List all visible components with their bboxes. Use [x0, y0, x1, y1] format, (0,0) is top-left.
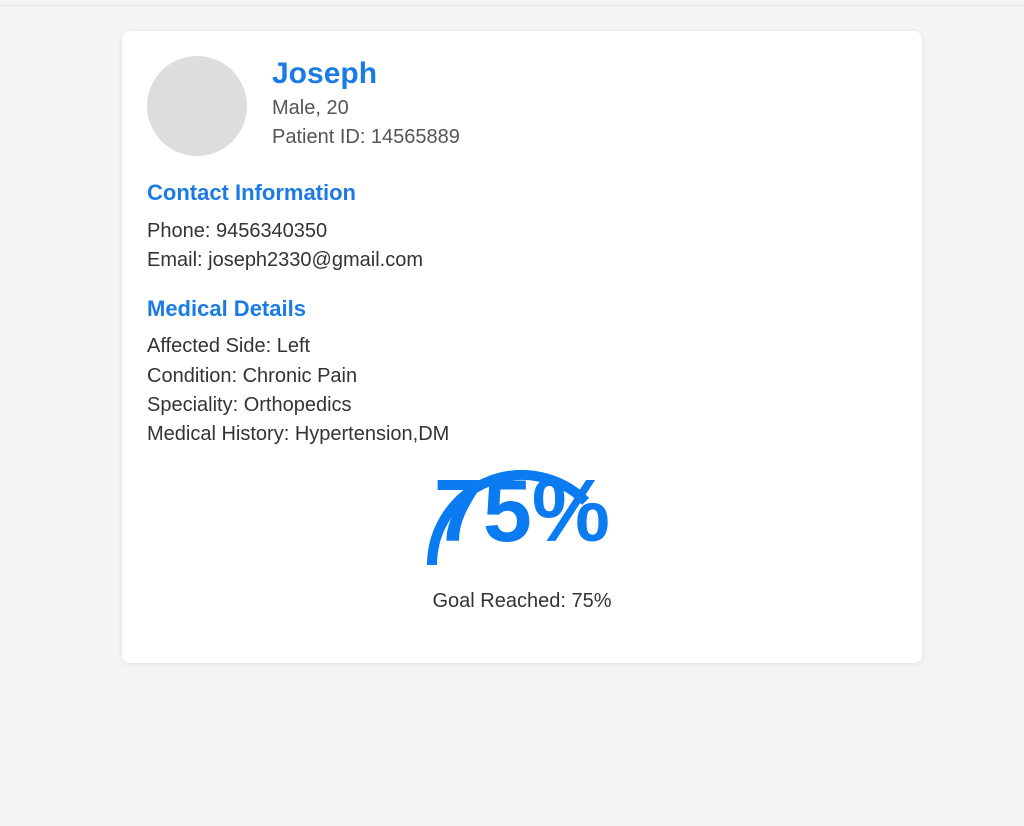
- goal-reached-text: Goal Reached: 75%: [432, 590, 612, 612]
- patient-name: Joseph: [272, 57, 378, 90]
- phone-text: Phone: 9456340350: [147, 220, 328, 242]
- email-text: Email: joseph2330@gmail.com: [147, 249, 423, 271]
- top-divider: [0, 5, 1024, 6]
- contact-section-title: Contact Information: [147, 180, 356, 205]
- patient-card: Joseph Male, 20 Patient ID: 14565889 Con…: [122, 31, 922, 663]
- medical-section-title: Medical Details: [147, 296, 306, 321]
- patient-gender-age: Male, 20: [272, 97, 349, 119]
- patient-id: Patient ID: 14565889: [272, 126, 460, 148]
- progress-percent: 75%: [433, 461, 611, 560]
- medical-history-text: Medical History: Hypertension,DM: [147, 423, 450, 445]
- avatar: [147, 56, 247, 156]
- progress-gauge: 75%: [415, 461, 629, 565]
- speciality-text: Speciality: Orthopedics: [147, 394, 352, 416]
- condition-text: Condition: Chronic Pain: [147, 365, 358, 387]
- affected-side-text: Affected Side: Left: [147, 335, 311, 357]
